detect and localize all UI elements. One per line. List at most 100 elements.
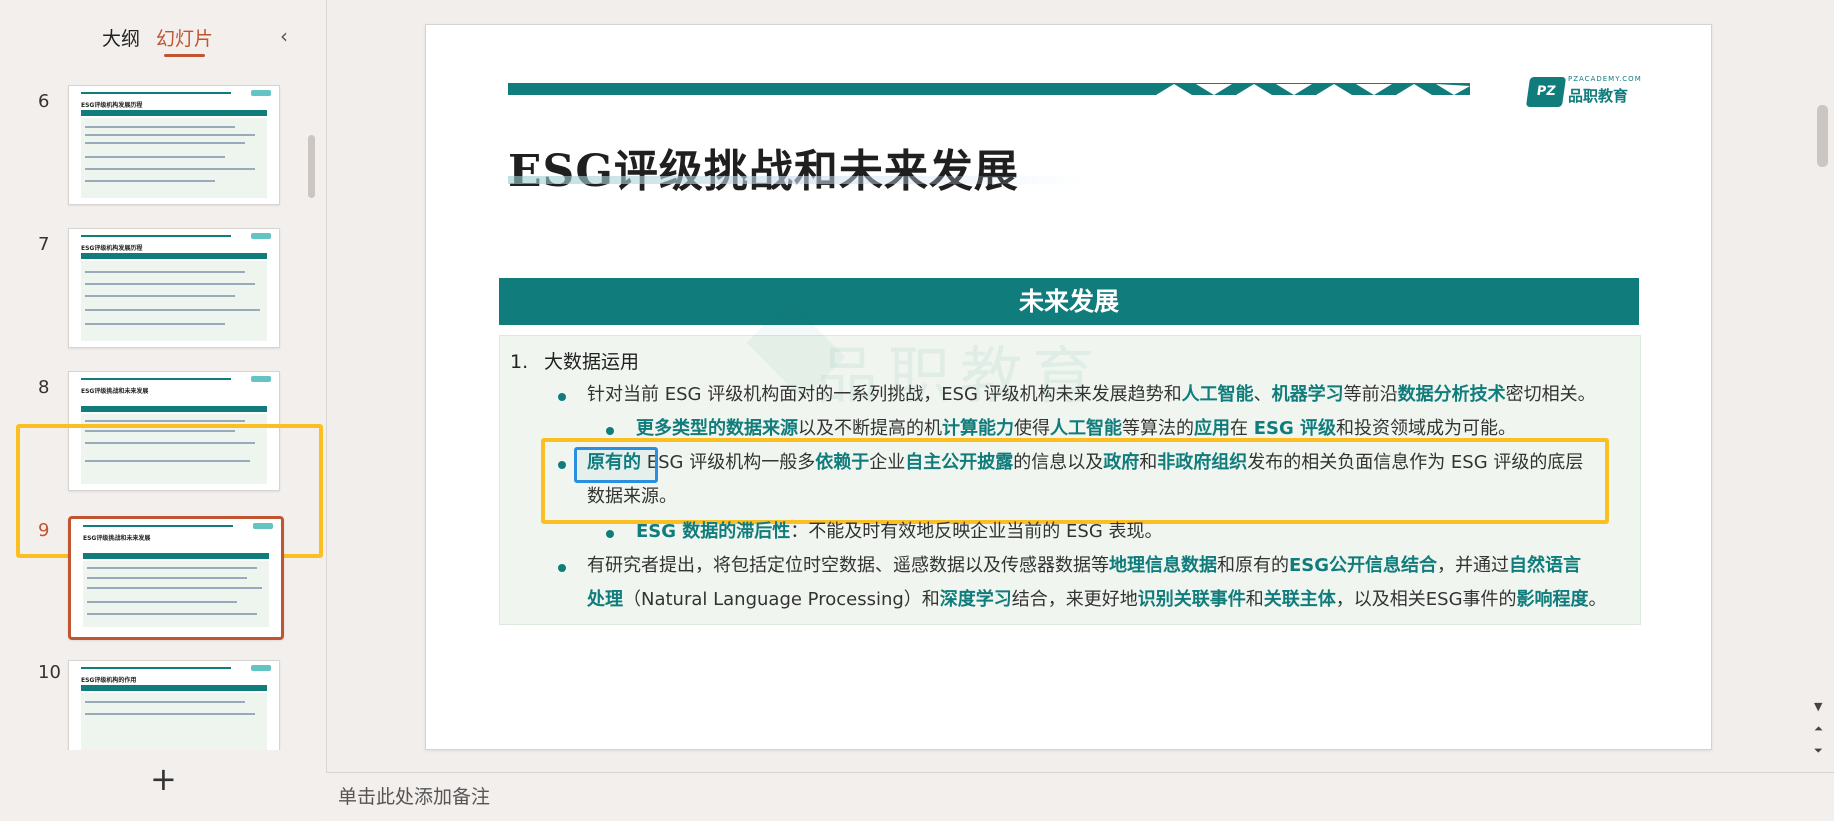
slide-thumbnail-10[interactable]: ESG评级机构的作用 — [68, 660, 280, 750]
thumbnail-title: ESG评级机构发展历程 — [81, 102, 143, 109]
list-item-1: 1. 大数据运用 — [510, 345, 639, 379]
emphasis-text: ESG公开信息结合 — [1289, 555, 1438, 576]
text-run: 密切相关。 — [1505, 384, 1596, 405]
tab-slides[interactable]: 幻灯片 — [156, 24, 214, 57]
thumbnail-line — [87, 567, 257, 569]
thumbnail-logo — [251, 90, 271, 96]
logo-mark: PZ — [1525, 77, 1567, 107]
emphasis-text: 应用 — [1194, 418, 1230, 439]
thumbnail-line — [85, 295, 235, 297]
emphasis-text: 影响程度 — [1516, 589, 1589, 610]
thumbnail-line — [85, 701, 245, 703]
emphasis-text: 关联主体 — [1263, 589, 1336, 610]
text-run: 等前沿 — [1343, 384, 1398, 405]
thumbnail-line — [85, 283, 255, 285]
thumbnail-line — [85, 420, 245, 422]
thumbnail-line — [85, 126, 235, 128]
thumbnail-decor — [81, 92, 231, 94]
text-run: 等算法的 — [1122, 418, 1194, 439]
header-decor-triangles — [1152, 83, 1470, 95]
text-run: 使得 — [1014, 418, 1050, 439]
notes-pane[interactable] — [326, 772, 1834, 821]
slide-panel: 大纲 幻灯片 ‹ 6 ESG评级机构发展历程 7 ESG评级机构发展历程 8 E… — [0, 0, 327, 820]
emphasis-text: ESG 评级 — [1253, 418, 1337, 439]
text-run: （Natural Language Processing）和 — [623, 589, 940, 610]
text-run: ，并通过 — [1437, 555, 1510, 576]
text-run: 以及不断提高的机 — [798, 418, 942, 439]
thumbnail-line — [85, 271, 245, 273]
thumbnail-decor — [81, 667, 231, 669]
text-run: 和投资领域成为可能。 — [1336, 418, 1517, 439]
logo-domain: PZACADEMY.COM — [1568, 75, 1642, 83]
thumbnail-line — [85, 309, 260, 311]
thumbnail-header — [81, 406, 267, 412]
canvas-scrollbar-thumb[interactable] — [1817, 105, 1828, 167]
thumbnail-number: 8 — [38, 377, 50, 398]
add-slide-button[interactable]: + — [150, 760, 177, 798]
tab-outline[interactable]: 大纲 — [102, 24, 140, 51]
thumbnail-body — [81, 261, 267, 341]
thumbnail-line — [85, 134, 255, 136]
thumbnail-number: 9 — [38, 520, 50, 541]
thumbnail-number: 6 — [38, 91, 50, 112]
notes-placeholder[interactable]: 单击此处添加备注 — [338, 782, 490, 809]
logo-name: 品职教育 — [1568, 87, 1629, 105]
slide-canvas[interactable]: PZ PZACADEMY.COM 品职教育 ESG评级挑战和未来发展 未来发展 … — [425, 24, 1712, 750]
text-run: 有研究者提出，将包括定位时空数据、遥感数据以及传感器数据等 — [587, 555, 1109, 576]
sub-bullet-paragraph-2: ESG 数据的滞后性：不能及时有效地反映企业当前的 ESG 表现。 — [636, 515, 1636, 549]
thumbnail-title: ESG评级机构的作用 — [81, 677, 137, 684]
brand-logo: PZ PZACADEMY.COM 品职教育 — [1525, 71, 1658, 111]
emphasis-text: 识别关联事件 — [1137, 589, 1246, 610]
text-run: 。 — [1588, 589, 1607, 610]
thumbnail-scrollbar[interactable] — [308, 135, 315, 198]
emphasis-text: ESG 数据的滞后性 — [636, 521, 791, 542]
thumbnail-body — [81, 118, 267, 198]
thumbnail-line — [85, 180, 215, 182]
thumbnail-list: 6 ESG评级机构发展历程 7 ESG评级机构发展历程 8 ESG评级挑战和未来… — [0, 80, 326, 750]
bullet-dot — [606, 427, 614, 435]
emphasis-text: 机器学习 — [1271, 384, 1344, 405]
previous-slide-icon[interactable]: ⏶ — [1814, 722, 1823, 736]
emphasis-text: 人工智能 — [1181, 384, 1254, 405]
slide-thumbnail-9[interactable]: ESG评级挑战和未来发展 — [68, 516, 284, 640]
text-run: ：不能及时有效地反映企业当前的 ESG 表现。 — [790, 521, 1163, 542]
slide-thumbnail-7[interactable]: ESG评级机构发展历程 — [68, 228, 280, 348]
thumbnail-decor — [81, 235, 231, 237]
bullet-paragraph-3: 有研究者提出，将包括定位时空数据、遥感数据以及传感器数据等地理信息数据和原有的E… — [587, 549, 1637, 617]
emphasis-text: 数据分析技术 — [1397, 384, 1506, 405]
title-underline — [508, 176, 1088, 184]
thumbnail-line — [87, 577, 247, 579]
thumbnail-header — [81, 110, 267, 116]
emphasis-text: 深度学习 — [939, 589, 1012, 610]
scroll-down-icon[interactable]: ▼ — [1814, 700, 1822, 713]
next-slide-icon[interactable]: ⏷ — [1814, 744, 1823, 758]
text-run: 、 — [1253, 384, 1272, 405]
thumbnail-line — [85, 156, 225, 158]
annotation-focus-box — [574, 447, 658, 483]
tab-active-indicator — [164, 54, 206, 57]
text-run: 针对当前 ESG 评级机构面对的一系列挑战，ESG 评级机构未来发展趋势和 — [587, 384, 1182, 405]
bullet-dot — [558, 564, 566, 572]
thumbnail-header — [83, 553, 269, 559]
panel-tabs: 大纲 幻灯片 — [0, 24, 326, 64]
emphasis-text: 人工智能 — [1050, 418, 1122, 439]
thumbnail-logo — [251, 376, 271, 382]
text-run: ，以及相关ESG事件的 — [1335, 589, 1517, 610]
thumbnail-logo — [251, 665, 271, 671]
thumbnail-line — [87, 587, 262, 589]
tab-slides-label: 幻灯片 — [156, 28, 214, 50]
thumbnail-line — [85, 142, 245, 144]
thumbnail-decor — [81, 378, 231, 380]
text-run: 和原有的 — [1217, 555, 1289, 576]
collapse-panel-icon[interactable]: ‹ — [280, 24, 288, 48]
thumbnail-line — [85, 713, 255, 715]
thumbnail-line — [85, 323, 225, 325]
thumbnail-title: ESG评级挑战和未来发展 — [83, 535, 151, 542]
thumbnail-logo — [251, 233, 271, 239]
slide-thumbnail-6[interactable]: ESG评级机构发展历程 — [68, 85, 280, 205]
thumbnail-number: 10 — [38, 662, 61, 683]
thumbnail-line — [87, 601, 237, 603]
thumbnail-header — [81, 253, 267, 259]
bullet-paragraph-1: 针对当前 ESG 评级机构面对的一系列挑战，ESG 评级机构未来发展趋势和人工智… — [587, 378, 1637, 412]
emphasis-text: 处理 — [587, 589, 623, 610]
